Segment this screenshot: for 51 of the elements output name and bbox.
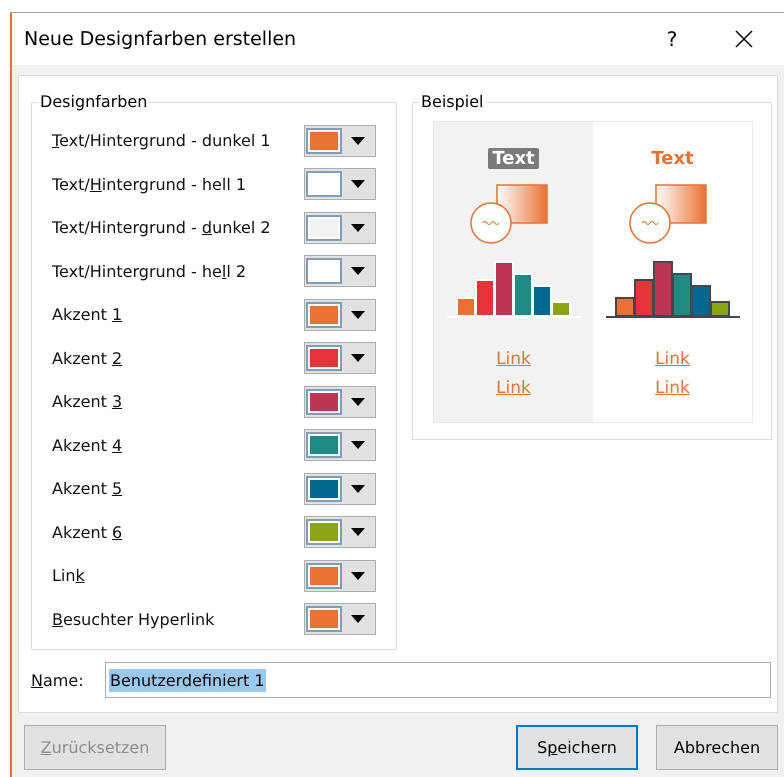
color-label: Text/Hintergrund - hell 1: [52, 174, 246, 194]
color-label: Akzent 2: [52, 348, 122, 368]
window-title: Neue Designfarben erstellen: [24, 28, 298, 50]
color-picker-button[interactable]: [304, 212, 376, 244]
close-icon: [735, 30, 753, 48]
color-picker-button[interactable]: [304, 386, 376, 418]
color-label: Text/Hintergrund - hell 2: [52, 262, 246, 281]
color-label: Besuchter Hyperlink: [52, 610, 214, 629]
color-picker-button[interactable]: [304, 560, 376, 592]
name-field[interactable]: Benutzerdefiniert 1: [105, 662, 771, 698]
preview-heading: Text: [488, 148, 539, 169]
color-picker-button[interactable]: [304, 472, 376, 505]
color-picker-button[interactable]: [304, 255, 376, 288]
group-title: Beispiel: [419, 92, 486, 111]
color-label: Akzent 3: [52, 392, 122, 412]
caret-icon: [351, 267, 365, 276]
color-picker-button[interactable]: [304, 429, 376, 462]
caret-icon: [351, 528, 365, 536]
help-button[interactable]: ?: [652, 27, 692, 51]
color-picker-button[interactable]: [304, 603, 376, 636]
color-label: Akzent 5: [52, 479, 122, 498]
caret-icon: [351, 572, 365, 580]
dialog-button[interactable]: Abbrechen: [656, 725, 778, 770]
preview-heading: Text: [650, 148, 695, 169]
caret-icon: [351, 441, 365, 450]
color-picker-button[interactable]: [304, 298, 376, 331]
color-label: Text/Hintergrund - dunkel 1: [52, 131, 271, 150]
caret-icon: [351, 354, 365, 362]
color-label: Link: [52, 566, 85, 586]
color-picker-button[interactable]: [304, 168, 376, 200]
color-label: Akzent 4: [52, 436, 122, 455]
caret-icon: [351, 484, 365, 493]
color-picker-button[interactable]: [304, 124, 376, 157]
caret-icon: [351, 136, 365, 145]
color-label: Akzent 1: [52, 305, 122, 324]
caret-icon: [351, 398, 365, 406]
preview-link[interactable]: Link: [655, 374, 690, 403]
color-picker-button[interactable]: [304, 516, 376, 548]
name-label: Name:: [31, 670, 85, 690]
preview-link[interactable]: Link: [655, 345, 690, 374]
color-label: Text/Hintergrund - dunkel 2: [52, 218, 271, 238]
caret-icon: [351, 224, 365, 232]
group-title: Designfarben: [38, 92, 150, 111]
preview-link[interactable]: Link: [496, 374, 531, 403]
caret-icon: [351, 310, 365, 319]
dialog-button[interactable]: Speichern: [516, 725, 638, 770]
caret-icon: [351, 180, 365, 188]
color-picker-button[interactable]: [304, 342, 376, 374]
caret-icon: [351, 615, 365, 624]
preview-link[interactable]: Link: [496, 345, 531, 374]
color-label: Akzent 6: [52, 522, 122, 542]
